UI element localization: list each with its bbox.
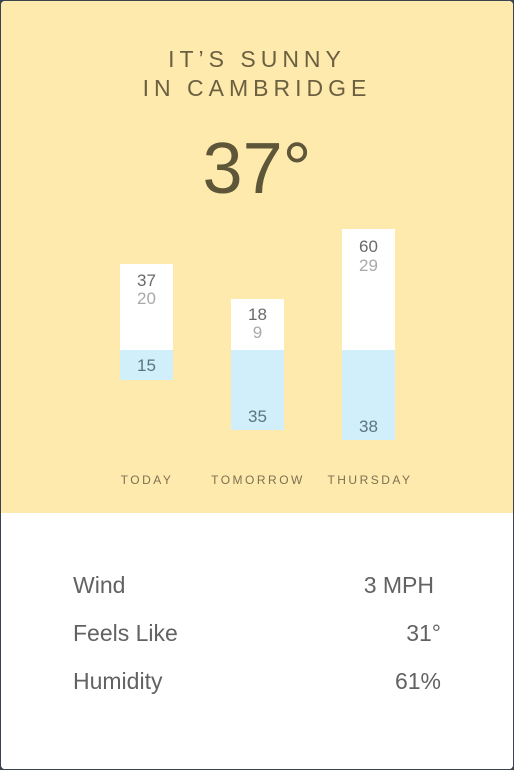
detail-label: Humidity bbox=[73, 668, 163, 694]
forecast-bar-thursday: 60 29 38 bbox=[342, 229, 395, 440]
day-label-thursday: THURSDAY bbox=[327, 473, 413, 487]
weather-card: IT’S SUNNY IN CAMBRIDGE 37° 37 20 15 18 … bbox=[1, 1, 513, 769]
detail-value: 3 MPH bbox=[363, 572, 434, 598]
forecast-high: 18 bbox=[248, 305, 267, 324]
forecast-range-box: 18 9 bbox=[231, 299, 284, 350]
weather-details: Wind 3 MPH Feels Like 31° Humidity 61% bbox=[1, 513, 513, 769]
detail-value: 31° bbox=[406, 620, 441, 646]
detail-label: Feels Like bbox=[73, 620, 178, 646]
forecast-bar-tomorrow: 18 9 35 bbox=[231, 299, 284, 430]
forecast-low: 20 bbox=[137, 289, 156, 308]
headline-location: IN CAMBRIDGE bbox=[142, 75, 372, 101]
detail-label: Wind bbox=[73, 572, 126, 598]
detail-row-feels-like: Feels Like 31° bbox=[73, 618, 441, 648]
past-temperature-box: 15 bbox=[120, 350, 173, 380]
day-label-today: TODAY bbox=[120, 473, 174, 487]
forecast-high: 37 bbox=[137, 271, 156, 290]
forecast-low: 9 bbox=[252, 323, 263, 342]
past-temperature: 35 bbox=[248, 407, 267, 426]
forecast-bar-today: 37 20 15 bbox=[120, 264, 173, 380]
detail-row-wind: Wind 3 MPH bbox=[73, 570, 441, 600]
past-temperature-box: 35 bbox=[231, 350, 284, 430]
past-temperature: 38 bbox=[359, 417, 378, 436]
forecast-range-box: 60 29 bbox=[342, 229, 395, 350]
past-temperature: 15 bbox=[137, 356, 156, 375]
detail-value: 61% bbox=[394, 668, 441, 694]
past-temperature-box: 38 bbox=[342, 350, 395, 440]
forecast-chart: 37 20 15 18 9 35 60 29 38 TODAY TOMORROW… bbox=[1, 201, 513, 501]
detail-row-humidity: Humidity 61% bbox=[73, 666, 441, 696]
current-temperature: 37° bbox=[202, 129, 312, 209]
headline-condition: IT’S SUNNY bbox=[168, 46, 346, 72]
forecast-high: 60 bbox=[359, 237, 378, 256]
forecast-low: 29 bbox=[359, 256, 378, 275]
day-label-tomorrow: TOMORROW bbox=[211, 473, 305, 487]
weather-headline: IT’S SUNNY IN CAMBRIDGE bbox=[1, 45, 513, 103]
forecast-range-box: 37 20 bbox=[120, 264, 173, 350]
weather-summary-panel: IT’S SUNNY IN CAMBRIDGE 37° 37 20 15 18 … bbox=[1, 1, 513, 513]
